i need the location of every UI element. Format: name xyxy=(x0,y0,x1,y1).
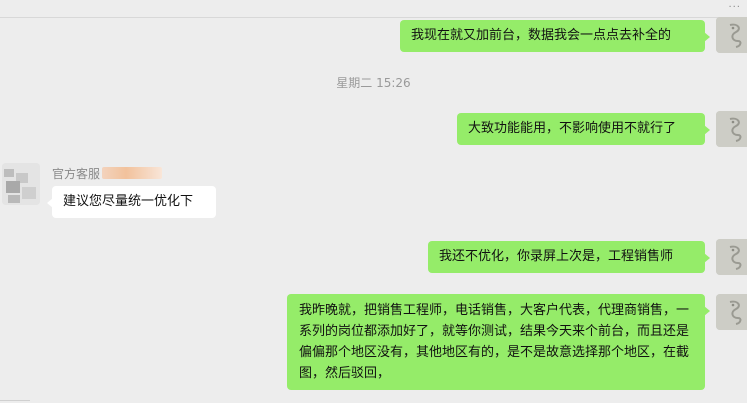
redacted-name xyxy=(102,167,163,179)
avatar[interactable] xyxy=(716,294,747,330)
avatar[interactable] xyxy=(716,239,747,275)
dragon-avatar-icon xyxy=(716,111,747,147)
message-bubble-sent[interactable]: 我昨晚就，把销售工程师，电话销售，大客户代表，代理商销售，一系列的岗位都添加好了… xyxy=(287,294,710,390)
message-bubble-received[interactable]: 建议您尽量统一优化下 xyxy=(47,186,216,218)
dragon-avatar-icon xyxy=(716,294,747,330)
blurred-avatar-icon xyxy=(2,163,40,205)
more-options-icon[interactable]: ... xyxy=(728,0,741,10)
dragon-avatar-icon xyxy=(716,17,747,53)
top-divider xyxy=(0,17,747,18)
bottom-divider xyxy=(0,400,30,401)
message-bubble-sent[interactable]: 大致功能能用，不影响使用不就行了 xyxy=(457,113,710,145)
message-bubble-sent[interactable]: 我还不优化，你录屏上次是，工程销售师 xyxy=(428,241,710,273)
avatar[interactable] xyxy=(2,163,40,205)
timestamp: 星期二 15:26 xyxy=(336,76,411,90)
message-bubble-sent[interactable]: 我现在就又加前台，数据我会一点点去补全的 xyxy=(400,20,710,52)
dragon-avatar-icon xyxy=(716,239,747,275)
avatar[interactable] xyxy=(716,111,747,147)
sender-name-label: 官方客服 xyxy=(52,167,101,181)
avatar[interactable] xyxy=(716,17,747,53)
sender-name: 官方客服 xyxy=(52,165,163,182)
